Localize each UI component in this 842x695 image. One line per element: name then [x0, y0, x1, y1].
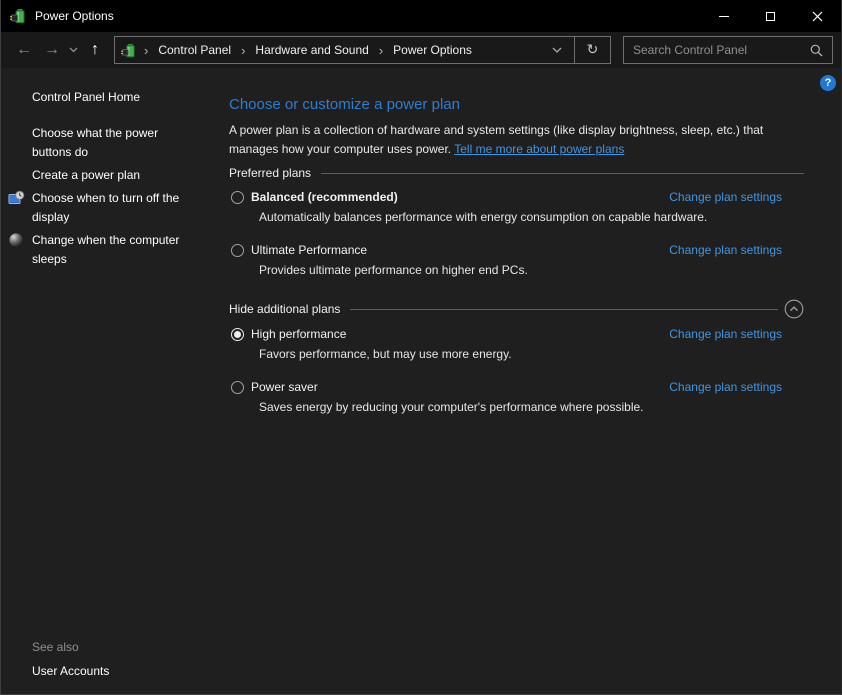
collapse-section-button[interactable] [784, 299, 804, 319]
section-divider [321, 173, 804, 174]
intro-text: A power plan is a collection of hardware… [229, 121, 804, 159]
change-plan-settings-link-balanced[interactable]: Change plan settings [669, 190, 782, 204]
caption-buttons [700, 0, 841, 32]
breadcrumb-item-power-options[interactable]: Power Options [388, 43, 477, 57]
navigation-bar: ← → ↑ › Control Panel › Hardwar [1, 32, 841, 68]
page-title: Choose or customize a power plan [229, 96, 804, 113]
radio-ultimate-performance[interactable] [231, 244, 244, 257]
change-plan-settings-link-power-saver[interactable]: Change plan settings [669, 380, 782, 394]
chevron-down-icon [69, 47, 78, 53]
address-bar[interactable]: › Control Panel › Hardware and Sound › P… [114, 36, 611, 64]
plan-name[interactable]: Power saver [251, 380, 318, 394]
search-icon[interactable] [810, 44, 823, 57]
chevron-right-icon[interactable]: › [139, 43, 153, 58]
breadcrumb-item-hardware-and-sound[interactable]: Hardware and Sound [250, 43, 373, 57]
help-button[interactable]: ? [820, 75, 836, 91]
power-options-battery-icon [10, 8, 27, 24]
change-plan-settings-link-high-performance[interactable]: Change plan settings [669, 327, 782, 341]
window-body: Control Panel Home Choose what the power… [1, 68, 841, 694]
main-content: ? Choose or customize a power plan A pow… [219, 68, 841, 694]
change-plan-settings-link-ultimate[interactable]: Change plan settings [669, 243, 782, 257]
power-plan-ultimate-performance: Ultimate Performance Change plan setting… [229, 243, 804, 277]
sidebar: Control Panel Home Choose what the power… [1, 68, 219, 694]
forward-icon: → [44, 41, 60, 59]
window-title: Power Options [35, 9, 114, 23]
hide-additional-plans-header: Hide additional plans [229, 299, 804, 319]
maximize-button[interactable] [747, 0, 794, 32]
plan-name[interactable]: Balanced (recommended) [251, 190, 398, 204]
radio-balanced[interactable] [231, 191, 244, 204]
sidebar-item-label: Choose when to turn off the display [32, 191, 179, 224]
plan-description: Provides ultimate performance on higher … [259, 263, 804, 277]
chevron-right-icon[interactable]: › [374, 43, 388, 58]
sidebar-item-computer-sleeps[interactable]: Change when the computer sleeps [32, 231, 194, 269]
section-label[interactable]: Hide additional plans [229, 302, 340, 316]
close-button[interactable] [794, 0, 841, 32]
plan-description: Automatically balances performance with … [259, 210, 804, 224]
see-also-link-user-accounts[interactable]: User Accounts [32, 664, 109, 678]
refresh-button[interactable]: ↻ [575, 37, 610, 63]
breadcrumb-item-control-panel[interactable]: Control Panel [153, 43, 236, 57]
recent-pages-dropdown[interactable] [65, 47, 81, 53]
plan-name[interactable]: Ultimate Performance [251, 243, 367, 257]
search-input[interactable] [624, 43, 810, 57]
power-plan-high-performance: High performance Change plan settings Fa… [229, 327, 804, 361]
intro-link-more-about-power-plans[interactable]: Tell me more about power plans [454, 142, 624, 156]
see-also-heading: See also [32, 640, 109, 654]
forward-button[interactable]: → [39, 41, 65, 59]
display-clock-icon [8, 190, 25, 207]
section-divider [350, 309, 778, 310]
power-plan-power-saver: Power saver Change plan settings Saves e… [229, 380, 804, 414]
chevron-down-icon [552, 47, 562, 53]
sleep-icon [8, 232, 24, 248]
sidebar-item-power-buttons[interactable]: Choose what the power buttons do [32, 124, 194, 162]
sidebar-item-turn-off-display[interactable]: Choose when to turn off the display [32, 189, 194, 227]
chevron-right-icon[interactable]: › [236, 43, 250, 58]
maximize-icon [766, 12, 775, 21]
titlebar: Power Options [1, 0, 841, 32]
sidebar-item-control-panel-home[interactable]: Control Panel Home [32, 88, 194, 107]
address-history-dropdown[interactable] [540, 47, 574, 53]
radio-power-saver[interactable] [231, 381, 244, 394]
address-battery-icon [121, 43, 137, 58]
chevron-up-circle-icon [784, 299, 804, 319]
up-icon: ↑ [91, 41, 99, 59]
back-button[interactable]: ← [9, 41, 39, 59]
power-options-window: Power Options ← → ↑ [0, 0, 842, 695]
sidebar-item-label: Change when the computer sleeps [32, 233, 179, 266]
plan-name[interactable]: High performance [251, 327, 346, 341]
back-icon: ← [16, 41, 32, 59]
radio-high-performance[interactable] [231, 328, 244, 341]
plan-description: Favors performance, but may use more ene… [259, 347, 804, 361]
minimize-icon [719, 16, 729, 17]
sidebar-item-create-power-plan[interactable]: Create a power plan [32, 166, 194, 185]
up-button[interactable]: ↑ [81, 41, 109, 59]
power-plan-balanced: Balanced (recommended) Change plan setti… [229, 190, 804, 224]
help-icon: ? [825, 77, 832, 89]
minimize-button[interactable] [700, 0, 747, 32]
plan-description: Saves energy by reducing your computer's… [259, 400, 804, 414]
close-icon [812, 11, 823, 22]
see-also-section: See also User Accounts [32, 640, 109, 678]
refresh-icon: ↻ [587, 42, 599, 58]
search-box[interactable] [623, 36, 833, 64]
section-label: Preferred plans [229, 166, 311, 180]
preferred-plans-header: Preferred plans [229, 166, 804, 180]
